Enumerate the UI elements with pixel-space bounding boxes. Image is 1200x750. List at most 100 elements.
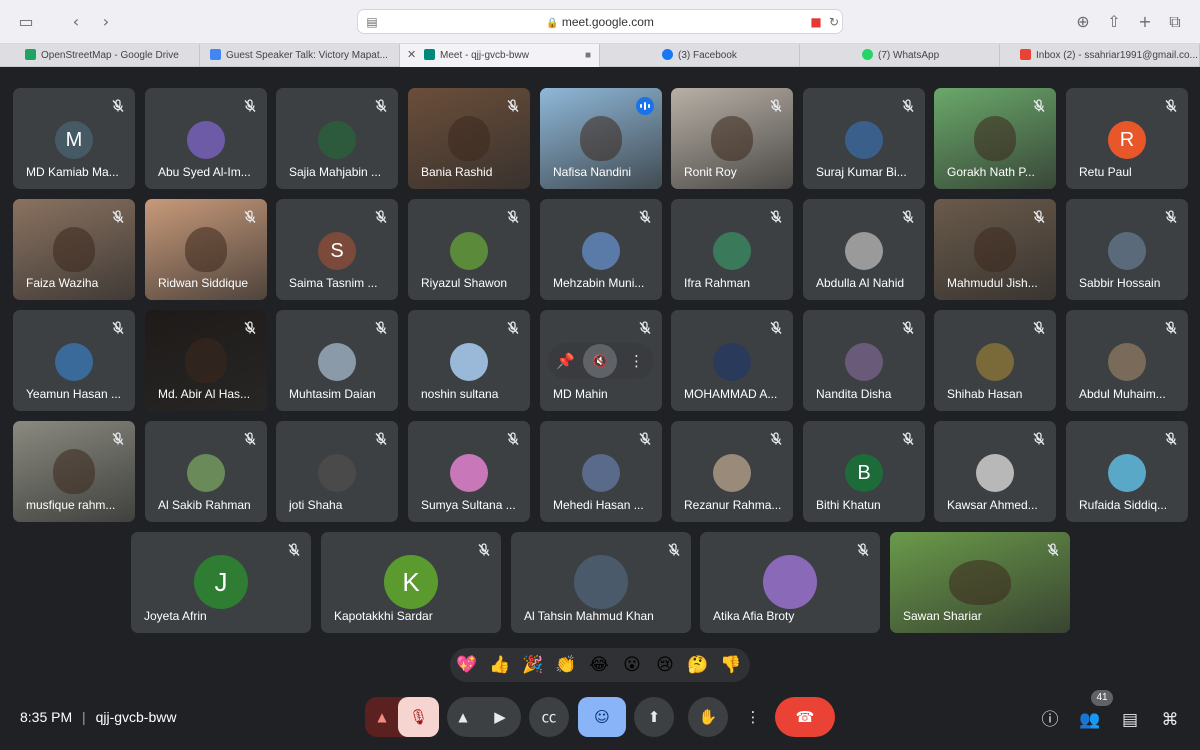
tab-overview-icon[interactable]: ⧉ — [1165, 12, 1185, 32]
downloads-icon[interactable]: ⊕ — [1073, 12, 1093, 32]
raise-hand-button[interactable]: ✋ — [688, 697, 728, 737]
participant-tile[interactable]: Abdulla Al Nahid — [803, 199, 925, 300]
participant-tile[interactable]: Ronit Roy — [671, 88, 793, 189]
reaction-emoji-button[interactable]: 😢 — [653, 654, 677, 676]
participant-avatar — [845, 232, 883, 270]
participant-tile[interactable]: Al Tahsin Mahmud Khan — [511, 532, 691, 633]
participant-avatar: M — [55, 121, 93, 159]
mic-off-icon — [769, 210, 783, 224]
activities-icon[interactable]: ⌘ — [1158, 708, 1182, 732]
participant-avatar: S — [318, 232, 356, 270]
participant-name: Ridwan Siddique — [158, 276, 249, 290]
participant-tile[interactable]: Mehzabin Muni... — [540, 199, 662, 300]
participant-tile[interactable]: B Bithi Khatun — [803, 421, 925, 522]
participant-tile[interactable]: Nafisa Nandini — [540, 88, 662, 189]
sidebar-toggle-icon[interactable]: ▭ — [16, 12, 36, 32]
present-button[interactable]: ⬆ — [634, 697, 674, 737]
leave-call-button[interactable]: ☎ — [775, 697, 835, 737]
tab-guest-speaker[interactable]: Guest Speaker Talk: Victory Mapat... — [200, 44, 400, 67]
participant-tile[interactable]: R Retu Paul — [1066, 88, 1188, 189]
reaction-emoji-button[interactable]: 👏 — [554, 654, 578, 676]
participant-tile[interactable]: K Kapotakkhi Sardar — [321, 532, 501, 633]
close-tab-icon[interactable]: ✕ — [407, 44, 416, 67]
participant-avatar: K — [384, 555, 438, 609]
reaction-emoji-button[interactable]: 💖 — [455, 654, 479, 676]
reaction-emoji-button[interactable]: 👎 — [719, 654, 743, 676]
address-bar[interactable]: ▤ 🔒 meet.google.com ■ ↻ — [357, 9, 843, 34]
mic-off-icon — [856, 543, 870, 557]
participant-tile[interactable]: Mahmudul Jish... — [934, 199, 1056, 300]
participant-tile[interactable]: Atika Afia Broty — [700, 532, 880, 633]
participant-tile[interactable]: joti Shaha — [276, 421, 398, 522]
participant-tile[interactable]: noshin sultana — [408, 310, 530, 411]
more-vert-icon[interactable]: ⋮ — [619, 343, 654, 379]
tab-gmail[interactable]: Inbox (2) - ssahriar1991@gmail.co... — [1000, 44, 1200, 67]
reaction-emoji-button[interactable]: 😮 — [620, 654, 644, 676]
participant-tile[interactable]: Nandita Disha — [803, 310, 925, 411]
mic-off-button[interactable]: 🎙 — [398, 697, 439, 737]
mic-options-chevron-icon[interactable]: ▲ — [365, 697, 399, 737]
meeting-details-icon[interactable]: ⓘ — [1038, 708, 1062, 732]
participant-tile[interactable]: S Saima Tasnim ... — [276, 199, 398, 300]
mute-participant-icon[interactable]: 🔇 — [583, 344, 617, 378]
reaction-emoji-button[interactable]: 👍 — [488, 654, 512, 676]
participant-tile[interactable]: Bania Rashid — [408, 88, 530, 189]
participant-tile[interactable]: musfique rahm... — [13, 421, 135, 522]
forward-icon[interactable]: › — [96, 12, 116, 32]
participant-tile[interactable]: MOHAMMAD A... — [671, 310, 793, 411]
participant-name: Shihab Hasan — [947, 387, 1023, 401]
participant-tile[interactable]: Al Sakib Rahman — [145, 421, 267, 522]
tab-facebook[interactable]: (3) Facebook — [600, 44, 800, 67]
reaction-emoji-button[interactable]: 🤔 — [686, 654, 710, 676]
participant-tile[interactable]: Md. Abir Al Has... — [145, 310, 267, 411]
participant-tile[interactable]: Abu Syed Al-Im... — [145, 88, 267, 189]
participant-tile[interactable]: Suraj Kumar Bi... — [803, 88, 925, 189]
tab-openstreetmap[interactable]: OpenStreetMap - Google Drive — [15, 44, 200, 67]
participant-tile[interactable]: Sawan Shariar — [890, 532, 1070, 633]
meeting-code: qjj-gvcb-bww — [95, 709, 177, 725]
mic-off-icon — [243, 99, 257, 113]
new-tab-icon[interactable]: + — [1135, 12, 1155, 32]
share-icon[interactable]: ⇧ — [1104, 12, 1124, 32]
camera-button[interactable]: ▶ — [479, 697, 521, 737]
participant-tile[interactable]: Mehedi Hasan ... — [540, 421, 662, 522]
tab-meet[interactable]: ✕ Meet - qjj-gvcb-bww ■ — [400, 44, 600, 67]
more-options-button[interactable]: ⋮ — [740, 697, 766, 737]
camera-tab-icon: ■ — [584, 50, 591, 61]
participant-tile[interactable]: M MD Kamiab Ma... — [13, 88, 135, 189]
camera-options-chevron-icon[interactable]: ▲ — [447, 697, 479, 737]
mic-off-icon — [477, 543, 491, 557]
participant-tile[interactable]: Gorakh Nath P... — [934, 88, 1056, 189]
participant-tile[interactable]: Muhtasim Daian — [276, 310, 398, 411]
reactions-button[interactable]: ☺ — [578, 697, 626, 737]
participant-tile[interactable]: Sabbir Hossain — [1066, 199, 1188, 300]
participant-tile[interactable]: Faiza Waziha — [13, 199, 135, 300]
mic-off-icon — [374, 99, 388, 113]
participant-silhouette — [949, 560, 1011, 605]
chat-icon[interactable]: ▤ — [1118, 708, 1142, 732]
participant-tile[interactable]: Shihab Hasan — [934, 310, 1056, 411]
participant-avatar — [713, 454, 751, 492]
participant-tile[interactable]: Yeamun Hasan ... — [13, 310, 135, 411]
participant-tile[interactable]: Abdul Muhaim... — [1066, 310, 1188, 411]
emoji-icon: ☺ — [594, 708, 610, 726]
reaction-emoji-button[interactable]: 😂 — [587, 654, 611, 676]
people-icon[interactable]: 👥 — [1078, 708, 1102, 732]
camera-in-use-icon[interactable]: ■ — [806, 12, 826, 32]
reaction-emoji-button[interactable]: 🎉 — [521, 654, 545, 676]
back-icon[interactable]: ‹ — [66, 12, 86, 32]
participant-tile[interactable]: Rufaida Siddiq... — [1066, 421, 1188, 522]
captions-button[interactable]: ㏄ — [529, 697, 569, 737]
participant-tile[interactable]: Sumya Sultana ... — [408, 421, 530, 522]
participant-tile[interactable]: Sajia Mahjabin ... — [276, 88, 398, 189]
participant-tile[interactable]: 📌 🔇 ⋮ MD Mahin — [540, 310, 662, 411]
reload-icon[interactable]: ↻ — [824, 12, 844, 32]
participant-tile[interactable]: Ifra Rahman — [671, 199, 793, 300]
participant-tile[interactable]: Rezanur Rahma... — [671, 421, 793, 522]
tab-whatsapp[interactable]: (7) WhatsApp — [800, 44, 1000, 67]
participant-tile[interactable]: Ridwan Siddique — [145, 199, 267, 300]
participant-tile[interactable]: J Joyeta Afrin — [131, 532, 311, 633]
participant-tile[interactable]: Kawsar Ahmed... — [934, 421, 1056, 522]
pin-icon[interactable]: 📌 — [548, 343, 583, 379]
participant-tile[interactable]: Riyazul Shawon — [408, 199, 530, 300]
